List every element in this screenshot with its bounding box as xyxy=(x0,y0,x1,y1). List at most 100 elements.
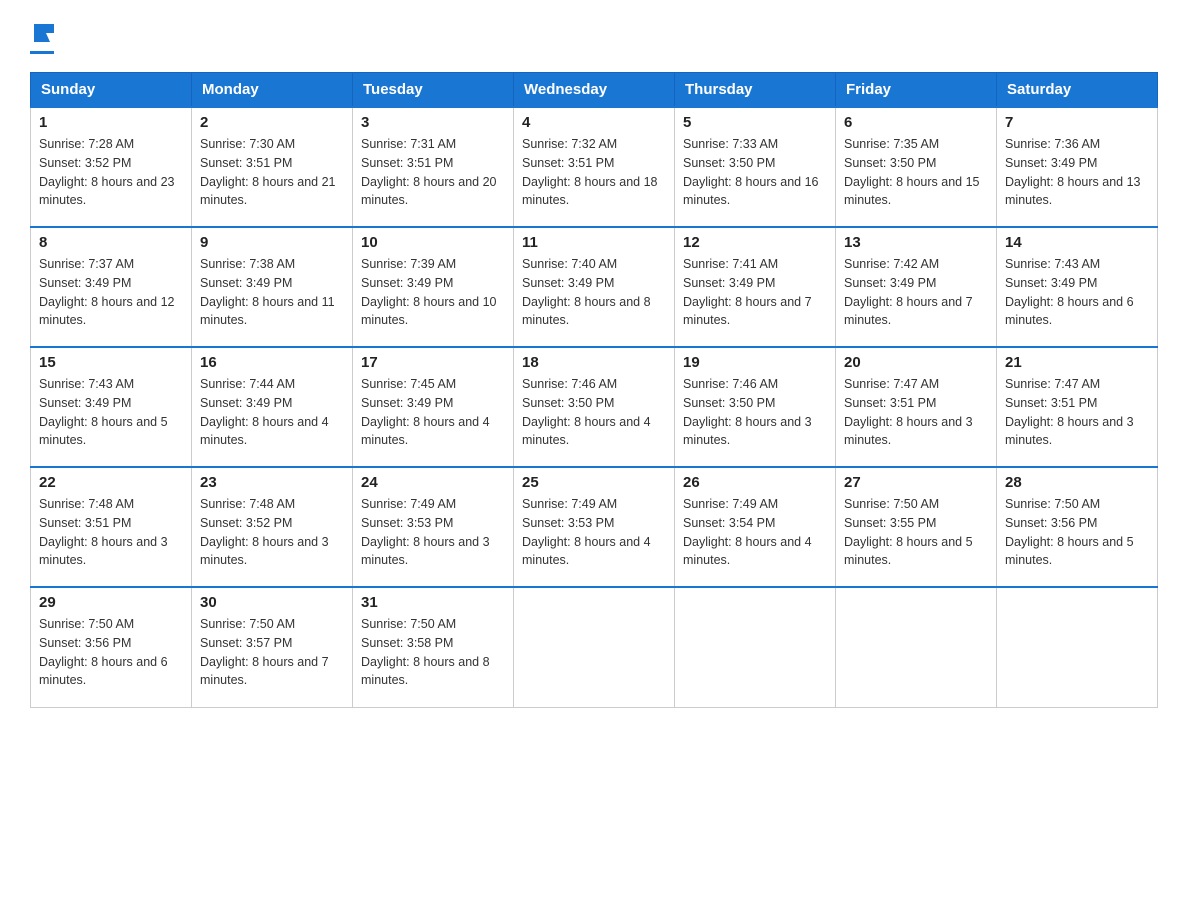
calendar-day-cell: 1 Sunrise: 7:28 AM Sunset: 3:52 PM Dayli… xyxy=(31,107,192,227)
weekday-header-saturday: Saturday xyxy=(997,73,1158,108)
day-number: 7 xyxy=(1005,114,1149,131)
day-info: Sunrise: 7:39 AM Sunset: 3:49 PM Dayligh… xyxy=(361,255,505,330)
day-info: Sunrise: 7:37 AM Sunset: 3:49 PM Dayligh… xyxy=(39,255,183,330)
calendar-week-row: 15 Sunrise: 7:43 AM Sunset: 3:49 PM Dayl… xyxy=(31,347,1158,467)
day-number: 18 xyxy=(522,354,666,371)
day-info: Sunrise: 7:30 AM Sunset: 3:51 PM Dayligh… xyxy=(200,135,344,210)
calendar-day-cell: 7 Sunrise: 7:36 AM Sunset: 3:49 PM Dayli… xyxy=(997,107,1158,227)
day-number: 31 xyxy=(361,594,505,611)
day-info: Sunrise: 7:48 AM Sunset: 3:52 PM Dayligh… xyxy=(200,495,344,570)
day-info: Sunrise: 7:47 AM Sunset: 3:51 PM Dayligh… xyxy=(844,375,988,450)
calendar-day-cell: 27 Sunrise: 7:50 AM Sunset: 3:55 PM Dayl… xyxy=(836,467,997,587)
day-info: Sunrise: 7:50 AM Sunset: 3:58 PM Dayligh… xyxy=(361,615,505,690)
day-info: Sunrise: 7:35 AM Sunset: 3:50 PM Dayligh… xyxy=(844,135,988,210)
day-info: Sunrise: 7:44 AM Sunset: 3:49 PM Dayligh… xyxy=(200,375,344,450)
calendar-day-cell: 21 Sunrise: 7:47 AM Sunset: 3:51 PM Dayl… xyxy=(997,347,1158,467)
logo xyxy=(30,20,54,54)
day-number: 14 xyxy=(1005,234,1149,251)
day-number: 19 xyxy=(683,354,827,371)
logo-underline xyxy=(30,51,54,54)
day-info: Sunrise: 7:46 AM Sunset: 3:50 PM Dayligh… xyxy=(683,375,827,450)
calendar-day-cell: 12 Sunrise: 7:41 AM Sunset: 3:49 PM Dayl… xyxy=(675,227,836,347)
day-info: Sunrise: 7:32 AM Sunset: 3:51 PM Dayligh… xyxy=(522,135,666,210)
weekday-header-monday: Monday xyxy=(192,73,353,108)
calendar-day-cell: 24 Sunrise: 7:49 AM Sunset: 3:53 PM Dayl… xyxy=(353,467,514,587)
calendar-day-cell: 11 Sunrise: 7:40 AM Sunset: 3:49 PM Dayl… xyxy=(514,227,675,347)
day-info: Sunrise: 7:50 AM Sunset: 3:55 PM Dayligh… xyxy=(844,495,988,570)
day-number: 15 xyxy=(39,354,183,371)
day-number: 26 xyxy=(683,474,827,491)
weekday-header-tuesday: Tuesday xyxy=(353,73,514,108)
calendar-day-cell: 28 Sunrise: 7:50 AM Sunset: 3:56 PM Dayl… xyxy=(997,467,1158,587)
calendar-day-cell: 9 Sunrise: 7:38 AM Sunset: 3:49 PM Dayli… xyxy=(192,227,353,347)
calendar-day-cell: 30 Sunrise: 7:50 AM Sunset: 3:57 PM Dayl… xyxy=(192,587,353,707)
calendar-week-row: 29 Sunrise: 7:50 AM Sunset: 3:56 PM Dayl… xyxy=(31,587,1158,707)
day-info: Sunrise: 7:50 AM Sunset: 3:57 PM Dayligh… xyxy=(200,615,344,690)
day-info: Sunrise: 7:50 AM Sunset: 3:56 PM Dayligh… xyxy=(1005,495,1149,570)
day-info: Sunrise: 7:28 AM Sunset: 3:52 PM Dayligh… xyxy=(39,135,183,210)
day-info: Sunrise: 7:49 AM Sunset: 3:53 PM Dayligh… xyxy=(361,495,505,570)
weekday-header-row: SundayMondayTuesdayWednesdayThursdayFrid… xyxy=(31,73,1158,108)
logo-flag-icon xyxy=(32,22,54,44)
day-info: Sunrise: 7:49 AM Sunset: 3:54 PM Dayligh… xyxy=(683,495,827,570)
day-number: 11 xyxy=(522,234,666,251)
calendar-week-row: 8 Sunrise: 7:37 AM Sunset: 3:49 PM Dayli… xyxy=(31,227,1158,347)
day-number: 2 xyxy=(200,114,344,131)
day-number: 17 xyxy=(361,354,505,371)
calendar-day-cell: 19 Sunrise: 7:46 AM Sunset: 3:50 PM Dayl… xyxy=(675,347,836,467)
day-info: Sunrise: 7:49 AM Sunset: 3:53 PM Dayligh… xyxy=(522,495,666,570)
calendar-day-cell: 26 Sunrise: 7:49 AM Sunset: 3:54 PM Dayl… xyxy=(675,467,836,587)
weekday-header-thursday: Thursday xyxy=(675,73,836,108)
day-number: 25 xyxy=(522,474,666,491)
day-number: 13 xyxy=(844,234,988,251)
calendar-day-cell: 5 Sunrise: 7:33 AM Sunset: 3:50 PM Dayli… xyxy=(675,107,836,227)
day-number: 1 xyxy=(39,114,183,131)
day-number: 3 xyxy=(361,114,505,131)
day-number: 28 xyxy=(1005,474,1149,491)
calendar-day-cell: 18 Sunrise: 7:46 AM Sunset: 3:50 PM Dayl… xyxy=(514,347,675,467)
day-number: 27 xyxy=(844,474,988,491)
calendar-day-cell: 4 Sunrise: 7:32 AM Sunset: 3:51 PM Dayli… xyxy=(514,107,675,227)
calendar-day-cell xyxy=(675,587,836,707)
calendar-day-cell xyxy=(836,587,997,707)
calendar-week-row: 22 Sunrise: 7:48 AM Sunset: 3:51 PM Dayl… xyxy=(31,467,1158,587)
day-number: 9 xyxy=(200,234,344,251)
calendar-day-cell: 17 Sunrise: 7:45 AM Sunset: 3:49 PM Dayl… xyxy=(353,347,514,467)
day-number: 21 xyxy=(1005,354,1149,371)
day-number: 12 xyxy=(683,234,827,251)
calendar-day-cell: 16 Sunrise: 7:44 AM Sunset: 3:49 PM Dayl… xyxy=(192,347,353,467)
day-number: 6 xyxy=(844,114,988,131)
day-number: 29 xyxy=(39,594,183,611)
calendar-day-cell: 25 Sunrise: 7:49 AM Sunset: 3:53 PM Dayl… xyxy=(514,467,675,587)
calendar-week-row: 1 Sunrise: 7:28 AM Sunset: 3:52 PM Dayli… xyxy=(31,107,1158,227)
day-info: Sunrise: 7:43 AM Sunset: 3:49 PM Dayligh… xyxy=(39,375,183,450)
calendar-day-cell: 6 Sunrise: 7:35 AM Sunset: 3:50 PM Dayli… xyxy=(836,107,997,227)
day-info: Sunrise: 7:38 AM Sunset: 3:49 PM Dayligh… xyxy=(200,255,344,330)
day-number: 20 xyxy=(844,354,988,371)
calendar-day-cell: 29 Sunrise: 7:50 AM Sunset: 3:56 PM Dayl… xyxy=(31,587,192,707)
day-number: 10 xyxy=(361,234,505,251)
day-info: Sunrise: 7:43 AM Sunset: 3:49 PM Dayligh… xyxy=(1005,255,1149,330)
day-number: 5 xyxy=(683,114,827,131)
day-info: Sunrise: 7:50 AM Sunset: 3:56 PM Dayligh… xyxy=(39,615,183,690)
calendar-day-cell: 3 Sunrise: 7:31 AM Sunset: 3:51 PM Dayli… xyxy=(353,107,514,227)
day-info: Sunrise: 7:31 AM Sunset: 3:51 PM Dayligh… xyxy=(361,135,505,210)
day-number: 8 xyxy=(39,234,183,251)
day-info: Sunrise: 7:48 AM Sunset: 3:51 PM Dayligh… xyxy=(39,495,183,570)
weekday-header-friday: Friday xyxy=(836,73,997,108)
calendar-table: SundayMondayTuesdayWednesdayThursdayFrid… xyxy=(30,72,1158,708)
calendar-day-cell xyxy=(514,587,675,707)
day-info: Sunrise: 7:47 AM Sunset: 3:51 PM Dayligh… xyxy=(1005,375,1149,450)
day-info: Sunrise: 7:45 AM Sunset: 3:49 PM Dayligh… xyxy=(361,375,505,450)
day-info: Sunrise: 7:33 AM Sunset: 3:50 PM Dayligh… xyxy=(683,135,827,210)
calendar-day-cell xyxy=(997,587,1158,707)
calendar-day-cell: 8 Sunrise: 7:37 AM Sunset: 3:49 PM Dayli… xyxy=(31,227,192,347)
calendar-day-cell: 22 Sunrise: 7:48 AM Sunset: 3:51 PM Dayl… xyxy=(31,467,192,587)
day-number: 23 xyxy=(200,474,344,491)
day-info: Sunrise: 7:42 AM Sunset: 3:49 PM Dayligh… xyxy=(844,255,988,330)
day-info: Sunrise: 7:41 AM Sunset: 3:49 PM Dayligh… xyxy=(683,255,827,330)
calendar-day-cell: 10 Sunrise: 7:39 AM Sunset: 3:49 PM Dayl… xyxy=(353,227,514,347)
calendar-day-cell: 31 Sunrise: 7:50 AM Sunset: 3:58 PM Dayl… xyxy=(353,587,514,707)
calendar-day-cell: 14 Sunrise: 7:43 AM Sunset: 3:49 PM Dayl… xyxy=(997,227,1158,347)
day-info: Sunrise: 7:40 AM Sunset: 3:49 PM Dayligh… xyxy=(522,255,666,330)
